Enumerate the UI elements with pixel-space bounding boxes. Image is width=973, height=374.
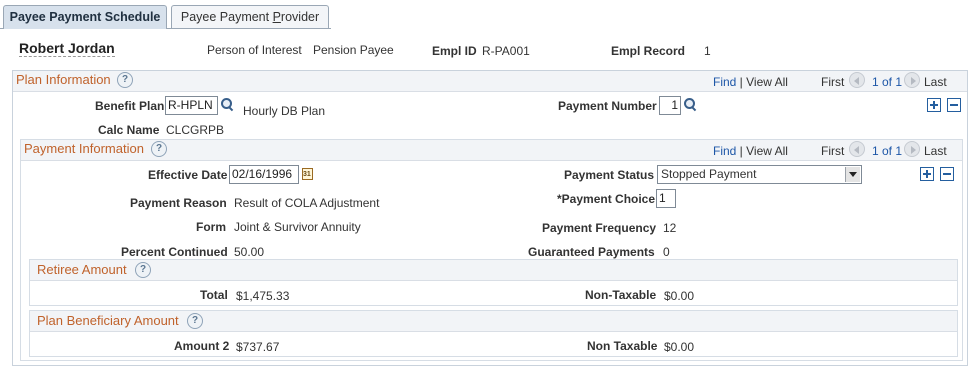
plan-help-icon[interactable]: ? <box>117 72 133 88</box>
plan-beneficiary-amount-title: Plan Beneficiary Amount <box>37 313 179 328</box>
plan-first-label: First <box>821 75 845 89</box>
payment-choice-input[interactable]: 1 <box>656 189 676 208</box>
payment-prev-arrow-icon[interactable] <box>849 141 865 157</box>
payment-last-label: Last <box>924 144 947 158</box>
total-label: Total <box>200 288 228 302</box>
poi-label: Person of Interest <box>207 43 302 57</box>
percent-continued-label: Percent Continued <box>121 245 228 259</box>
payment-reason-label: Payment Reason <box>130 196 227 210</box>
retiree-non-taxable-label: Non-Taxable <box>585 288 657 302</box>
beneficiary-non-taxable-value: $0.00 <box>664 340 695 354</box>
emplid-label: Empl ID <box>432 44 477 58</box>
payment-information-title: Payment Information <box>24 141 144 156</box>
emplrec-label: Empl Record <box>611 44 686 58</box>
calendar-icon[interactable] <box>302 168 313 180</box>
retiree-help-icon[interactable]: ? <box>135 262 151 278</box>
payment-status-value: Stopped Payment <box>661 167 757 181</box>
plan-nav-sep: | <box>736 75 747 89</box>
payment-viewall-link[interactable]: View All <box>746 144 788 158</box>
benefit-plan-description: Hourly DB Plan <box>243 104 326 118</box>
plan-pager: 1 of 1 <box>872 75 903 89</box>
payment-choice-label: *Payment Choice <box>557 192 656 206</box>
retiree-amount-header <box>30 260 957 281</box>
employee-name[interactable]: Robert Jordan <box>19 40 115 57</box>
payment-help-icon[interactable]: ? <box>151 141 167 157</box>
payment-first-label: First <box>821 144 845 158</box>
amount-2-label: Amount 2 <box>174 339 230 353</box>
tab-label-post: rovider <box>280 10 320 24</box>
plan-add-row-icon[interactable] <box>927 98 941 112</box>
payment-frequency-value: 12 <box>663 221 677 235</box>
form-value: Joint & Survivor Annuity <box>234 220 361 234</box>
plan-delete-row-icon[interactable] <box>947 98 961 112</box>
retiree-amount-title: Retiree Amount <box>37 262 127 277</box>
emplrec-value: 1 <box>704 44 711 58</box>
beneficiary-non-taxable-label: Non Taxable <box>587 339 658 353</box>
tab-label: Payee Payment Schedule <box>9 10 161 24</box>
form-label: Form <box>196 220 226 234</box>
tab-payee-payment-schedule[interactable]: Payee Payment Schedule <box>3 5 167 29</box>
payment-next-arrow-icon[interactable] <box>904 141 920 157</box>
guaranteed-payments-value: 0 <box>663 245 670 259</box>
poi-value: Pension Payee <box>313 43 394 57</box>
payment-frequency-label: Payment Frequency <box>542 221 657 235</box>
plan-last-label: Last <box>924 75 947 89</box>
emplid-value: R-PA001 <box>482 44 530 58</box>
retiree-non-taxable-value: $0.00 <box>664 289 695 303</box>
payment-find-link[interactable]: Find <box>713 144 736 158</box>
calc-name-value: CLCGRPB <box>166 123 225 137</box>
payment-status-select[interactable]: Stopped Payment <box>657 165 862 184</box>
tab-label-pre: Payee Payment <box>180 10 273 24</box>
plan-viewall-link[interactable]: View All <box>746 75 788 89</box>
plan-nav: Find | View All <box>713 75 788 89</box>
payment-add-row-icon[interactable] <box>920 167 934 181</box>
effective-date-label: Effective Date <box>148 168 228 182</box>
benefit-plan-lookup-icon[interactable] <box>220 97 234 111</box>
plan-next-arrow-icon[interactable] <box>904 72 920 88</box>
chevron-down-icon[interactable] <box>845 167 860 182</box>
calc-name-label: Calc Name <box>98 123 160 137</box>
payment-delete-row-icon[interactable] <box>940 167 954 181</box>
plan-prev-arrow-icon[interactable] <box>849 72 865 88</box>
total-value: $1,475.33 <box>236 289 290 303</box>
payment-number-input[interactable]: 1 <box>659 96 681 115</box>
payment-status-label: Payment Status <box>564 168 655 182</box>
percent-continued-value: 50.00 <box>234 245 265 259</box>
payment-number-label: Payment Number <box>558 99 657 113</box>
payment-pager: 1 of 1 <box>872 144 903 158</box>
guaranteed-payments-label: Guaranteed Payments <box>528 245 655 259</box>
payment-nav-sep: | <box>736 144 747 158</box>
tab-payee-payment-provider[interactable]: Payee Payment Provider <box>171 5 329 28</box>
payment-number-lookup-icon[interactable] <box>683 97 697 111</box>
benefit-plan-input[interactable]: R-HPLN <box>165 96 218 115</box>
plan-information-title: Plan Information <box>16 72 111 87</box>
tab-label-accesskey: P <box>272 10 281 24</box>
beneficiary-help-icon[interactable]: ? <box>187 313 203 329</box>
effective-date-input[interactable]: 02/16/1996 <box>229 165 299 184</box>
amount-2-value: $737.67 <box>236 340 280 354</box>
plan-find-link[interactable]: Find <box>713 75 736 89</box>
payment-nav: Find | View All <box>713 144 788 158</box>
payment-reason-value: Result of COLA Adjustment <box>234 196 380 210</box>
benefit-plan-label: Benefit Plan <box>95 99 165 113</box>
